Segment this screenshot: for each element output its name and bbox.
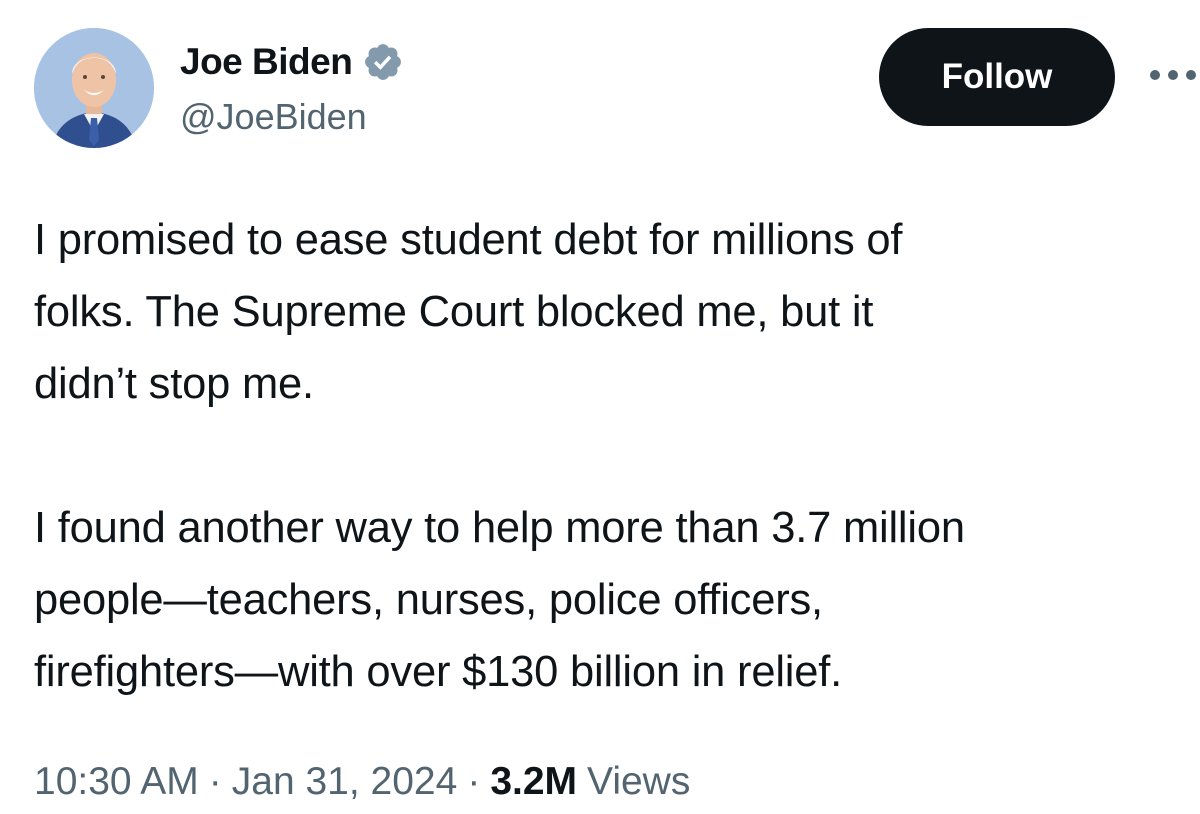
tweet-header: Joe Biden @JoeBiden Follow bbox=[34, 28, 1200, 158]
verified-badge-icon[interactable] bbox=[362, 41, 404, 83]
tweet-meta: 10:30 AM · Jan 31, 2024 · 3.2M Views bbox=[34, 760, 690, 804]
name-row: Joe Biden bbox=[180, 38, 404, 86]
tweet-date[interactable]: Jan 31, 2024 bbox=[232, 760, 458, 804]
follow-button[interactable]: Follow bbox=[879, 28, 1115, 126]
author-display-name[interactable]: Joe Biden bbox=[180, 41, 353, 83]
tweet-text-line: firefighters—with over $130 billion in r… bbox=[34, 648, 843, 696]
tweet-text-line: didn’t stop me. bbox=[34, 360, 314, 408]
tweet-time[interactable]: 10:30 AM bbox=[34, 760, 199, 804]
meta-separator: · bbox=[467, 760, 481, 803]
tweet-text-line: people—teachers, nurses, police officers… bbox=[34, 576, 823, 624]
views-count: 3.2M bbox=[490, 760, 578, 803]
avatar[interactable] bbox=[34, 28, 154, 148]
tweet-text-line: folks. The Supreme Court blocked me, but… bbox=[34, 288, 874, 336]
avatar-image bbox=[34, 28, 154, 148]
meta-separator: · bbox=[208, 760, 222, 803]
more-horizontal-icon[interactable] bbox=[1146, 60, 1200, 90]
tweet-text: I promised to ease student debt for mill… bbox=[34, 204, 1194, 708]
tweet-text-line: I promised to ease student debt for mill… bbox=[34, 216, 903, 264]
views-label: Views bbox=[587, 760, 691, 803]
tweet-card: Joe Biden @JoeBiden Follow I promised to… bbox=[0, 0, 1200, 814]
author-handle[interactable]: @JoeBiden bbox=[180, 96, 404, 138]
author-identity: Joe Biden @JoeBiden bbox=[180, 38, 404, 138]
tweet-text-line: I found another way to help more than 3.… bbox=[34, 504, 965, 552]
